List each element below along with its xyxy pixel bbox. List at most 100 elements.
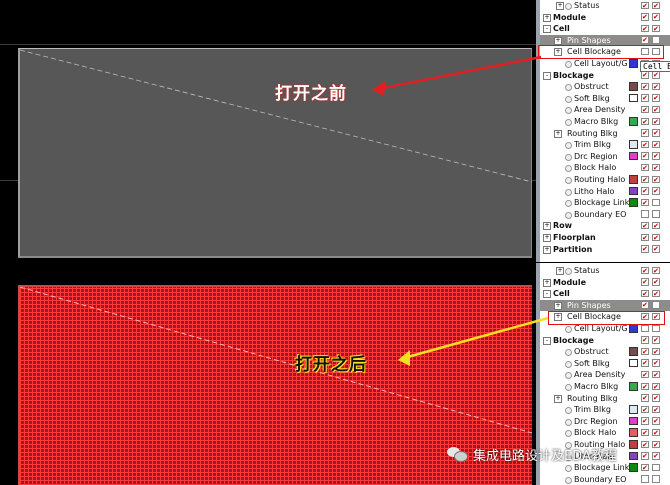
- expand-icon[interactable]: +: [543, 13, 551, 22]
- layer-row-block-halo[interactable]: Block Halo ✔ ✔: [540, 162, 670, 174]
- layer-row-module[interactable]: + Module ✔ ✔: [540, 12, 670, 24]
- visible-checkbox[interactable]: ✔: [641, 175, 649, 183]
- expand-icon[interactable]: +: [543, 234, 551, 242]
- visible-checkbox[interactable]: ✔: [641, 163, 649, 172]
- selectable-checkbox[interactable]: ✔: [652, 382, 660, 390]
- selectable-checkbox[interactable]: ✔: [652, 289, 660, 298]
- selectable-checkbox[interactable]: ✔: [652, 440, 660, 448]
- visible-checkbox[interactable]: [641, 210, 649, 218]
- selectable-checkbox[interactable]: ✔: [652, 117, 660, 125]
- layer-row-area-density[interactable]: Area Density ✔ ✔: [540, 369, 670, 381]
- visible-checkbox[interactable]: ✔: [641, 382, 649, 390]
- selectable-checkbox[interactable]: ✔: [652, 152, 660, 160]
- selectable-checkbox[interactable]: ✔: [652, 417, 660, 425]
- layer-row-drc-region[interactable]: Drc Region ✔ ✔: [540, 151, 670, 163]
- selectable-checkbox[interactable]: ✔: [652, 187, 660, 195]
- selectable-checkbox[interactable]: ✔: [652, 359, 660, 367]
- expand-icon[interactable]: +: [556, 2, 564, 10]
- selectable-checkbox[interactable]: [652, 210, 660, 218]
- visible-checkbox[interactable]: ✔: [641, 301, 649, 309]
- selectable-checkbox[interactable]: ✔: [652, 452, 660, 460]
- layer-color-swatch[interactable]: [629, 59, 638, 68]
- selectable-checkbox[interactable]: ✔: [652, 278, 660, 286]
- visible-checkbox[interactable]: ✔: [641, 117, 649, 125]
- visible-checkbox[interactable]: ✔: [641, 347, 649, 356]
- expand-icon[interactable]: +: [554, 394, 562, 403]
- layout-canvas-before[interactable]: [0, 0, 536, 262]
- expand-icon[interactable]: +: [543, 278, 551, 287]
- layer-row-area-density[interactable]: Area Density ✔ ✔: [540, 104, 670, 116]
- layer-color-swatch[interactable]: [629, 198, 638, 207]
- layer-row-trim-blkg[interactable]: Trim Blkg ✔ ✔: [540, 139, 670, 151]
- visible-checkbox[interactable]: ✔: [641, 440, 649, 448]
- visible-checkbox[interactable]: ✔: [641, 94, 649, 102]
- selectable-checkbox[interactable]: ✔: [652, 394, 660, 402]
- visible-checkbox[interactable]: ✔: [641, 36, 649, 44]
- layer-color-swatch[interactable]: [629, 347, 638, 356]
- layer-row-routing-blkg[interactable]: + Routing Blkg ✔ ✔: [540, 393, 670, 405]
- collapse-icon[interactable]: -: [543, 25, 551, 34]
- selectable-checkbox[interactable]: ✔: [652, 175, 660, 183]
- layer-row-obstruct[interactable]: Obstruct ✔ ✔: [540, 81, 670, 93]
- expand-icon[interactable]: +: [556, 267, 564, 275]
- layer-row-boundary-eo[interactable]: Boundary EO: [540, 474, 670, 485]
- visible-checkbox[interactable]: ✔: [641, 129, 649, 137]
- visible-checkbox[interactable]: ✔: [641, 198, 649, 207]
- selectable-checkbox[interactable]: ✔: [652, 140, 660, 149]
- layer-color-swatch[interactable]: [629, 440, 638, 449]
- visible-checkbox[interactable]: ✔: [641, 152, 649, 160]
- layer-control-panel-top[interactable]: + Status ✔ ✔ + Module ✔ ✔ - Cell ✔ ✔ + Pin Shapes ✔ + Ce…: [536, 0, 670, 262]
- visible-checkbox[interactable]: ✔: [641, 82, 649, 91]
- visible-checkbox[interactable]: ✔: [641, 359, 649, 367]
- visible-checkbox[interactable]: [641, 475, 649, 483]
- layer-color-swatch[interactable]: [629, 82, 638, 91]
- layer-color-swatch[interactable]: [629, 117, 638, 126]
- visible-checkbox[interactable]: ✔: [641, 452, 649, 460]
- selectable-checkbox[interactable]: ✔: [652, 1, 660, 9]
- visible-checkbox[interactable]: ✔: [641, 13, 649, 21]
- visible-checkbox[interactable]: ✔: [641, 140, 649, 149]
- selectable-checkbox[interactable]: ✔: [652, 105, 660, 114]
- layer-row-block-halo[interactable]: Block Halo ✔ ✔: [540, 427, 670, 439]
- selectable-checkbox[interactable]: ✔: [652, 13, 660, 21]
- selectable-checkbox[interactable]: ✔: [652, 428, 660, 437]
- visible-checkbox[interactable]: ✔: [641, 289, 649, 298]
- visible-checkbox[interactable]: ✔: [641, 105, 649, 114]
- layer-color-swatch[interactable]: [629, 416, 638, 426]
- layer-row-pin-shapes[interactable]: + Pin Shapes ✔: [540, 299, 670, 312]
- visible-checkbox[interactable]: ✔: [641, 71, 649, 79]
- layer-row-soft-blkg[interactable]: Soft Blkg ✔ ✔: [540, 93, 670, 105]
- visible-checkbox[interactable]: ✔: [641, 221, 649, 230]
- visible-checkbox[interactable]: ✔: [641, 24, 649, 33]
- layer-color-swatch[interactable]: [629, 463, 638, 472]
- selectable-checkbox[interactable]: ✔: [652, 71, 660, 79]
- visible-checkbox[interactable]: ✔: [641, 245, 649, 253]
- selectable-checkbox[interactable]: ✔: [652, 94, 660, 102]
- expand-icon[interactable]: +: [554, 301, 562, 310]
- selectable-checkbox[interactable]: [652, 301, 660, 309]
- collapse-icon[interactable]: -: [543, 290, 551, 299]
- layer-row-cell[interactable]: - Cell ✔ ✔: [540, 23, 670, 35]
- layer-row-boundary-eo[interactable]: Boundary EO: [540, 209, 670, 221]
- selectable-checkbox[interactable]: ✔: [652, 129, 660, 137]
- layer-color-swatch[interactable]: [629, 358, 638, 368]
- visible-checkbox[interactable]: ✔: [641, 1, 649, 9]
- layer-row-routing-halo[interactable]: Routing Halo ✔ ✔: [540, 174, 670, 186]
- layer-color-swatch[interactable]: [629, 151, 638, 161]
- layer-row-blockage-link[interactable]: Blockage Link ✔: [540, 197, 670, 209]
- expand-icon[interactable]: +: [543, 222, 551, 231]
- layer-color-swatch[interactable]: [629, 175, 638, 184]
- selectable-checkbox[interactable]: ✔: [652, 405, 660, 414]
- layer-color-swatch[interactable]: [629, 140, 638, 149]
- selectable-checkbox[interactable]: ✔: [652, 370, 660, 379]
- layer-row-litho-halo[interactable]: Litho Halo ✔ ✔: [540, 186, 670, 198]
- visible-checkbox[interactable]: [641, 324, 649, 332]
- layer-row-floorplan[interactable]: + Floorplan ✔ ✔: [540, 232, 670, 244]
- layer-row-obstruct[interactable]: Obstruct ✔ ✔: [540, 346, 670, 358]
- selectable-checkbox[interactable]: ✔: [652, 163, 660, 172]
- visible-checkbox[interactable]: ✔: [641, 370, 649, 379]
- layer-row-blockage[interactable]: - Blockage ✔ ✔: [540, 335, 670, 347]
- layer-row-module[interactable]: + Module ✔ ✔: [540, 277, 670, 289]
- layer-row-row[interactable]: + Row ✔ ✔: [540, 220, 670, 232]
- visible-checkbox[interactable]: ✔: [641, 394, 649, 402]
